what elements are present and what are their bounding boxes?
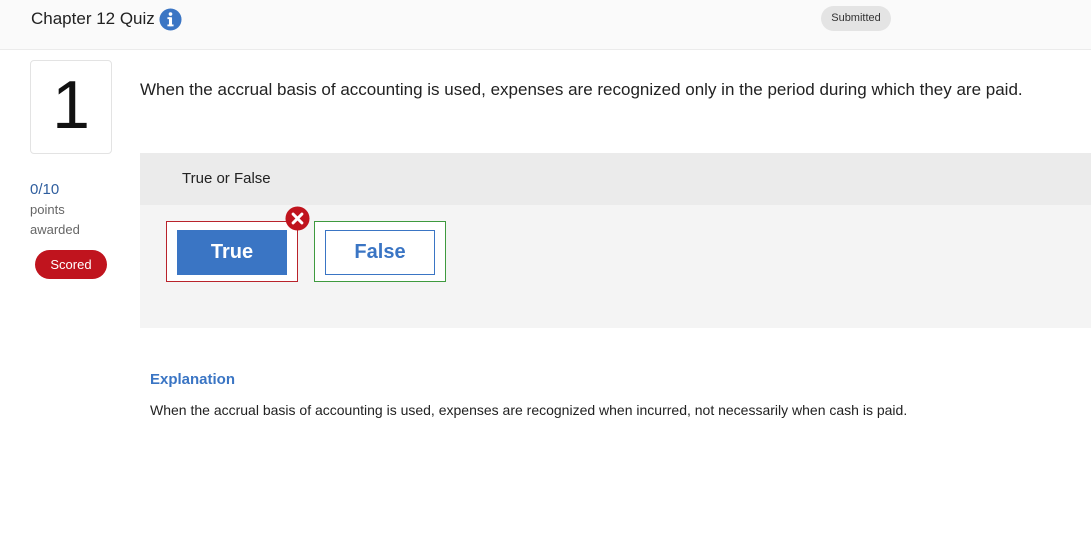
answer-panel: True or False True False: [140, 153, 1091, 328]
explanation-text: When the accrual basis of accounting is …: [150, 402, 908, 418]
scored-badge: Scored: [35, 250, 107, 279]
answer-panel-header: True or False: [140, 153, 1091, 205]
true-option-button[interactable]: True: [177, 230, 287, 275]
option-false-frame: False: [314, 221, 446, 282]
top-bar: Chapter 12 Quiz Submitted: [0, 0, 1091, 50]
answer-type-label: True or False: [182, 170, 271, 187]
score-value: 0/10: [30, 181, 60, 198]
status-badge: Submitted: [821, 6, 891, 31]
question-number: 1: [52, 67, 90, 143]
info-icon[interactable]: [159, 8, 182, 31]
question-text: When the accrual basis of accounting is …: [140, 80, 1023, 99]
question-number-card: 1: [30, 60, 112, 154]
explanation-title: Explanation: [150, 371, 236, 388]
false-option-button[interactable]: False: [325, 230, 435, 275]
option-true-frame: True: [166, 221, 298, 282]
quiz-title: Chapter 12 Quiz: [31, 9, 155, 28]
awarded-label: awarded: [30, 222, 80, 237]
points-label: points: [30, 202, 65, 217]
incorrect-icon: [285, 206, 310, 231]
